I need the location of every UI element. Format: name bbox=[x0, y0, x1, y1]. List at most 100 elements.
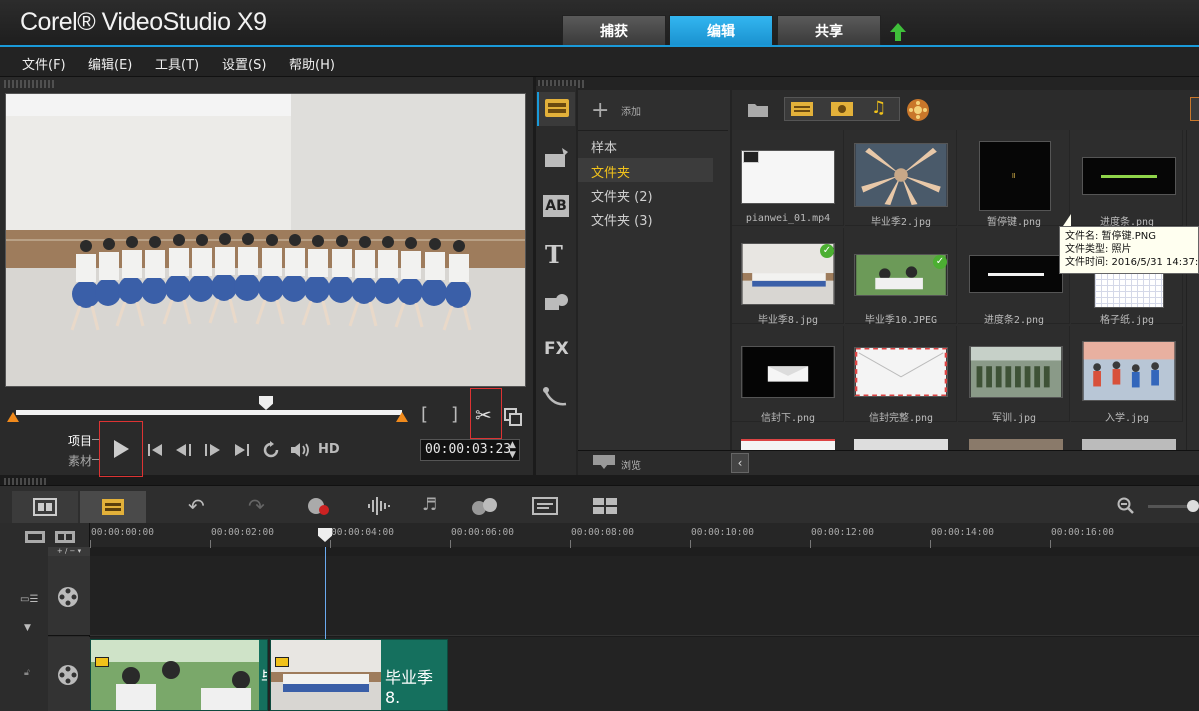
photo-filter-icon[interactable] bbox=[830, 101, 854, 117]
file-info-tooltip: 文件名: 暂停键.PNG 文件类型: 照片 文件时间: 2016/5/31 14… bbox=[1059, 226, 1199, 274]
fx-filter-icon[interactable]: FX bbox=[544, 339, 569, 359]
hd-toggle[interactable]: HD bbox=[318, 442, 340, 457]
repeat-icon[interactable] bbox=[262, 441, 280, 459]
folder-item-sample[interactable]: 样本 bbox=[591, 137, 617, 156]
overlay-track-reel-icon[interactable] bbox=[57, 664, 79, 686]
zoom-out-icon[interactable] bbox=[1117, 497, 1135, 515]
menu-settings[interactable]: 设置(S) bbox=[222, 54, 266, 73]
folder-item-folder-3[interactable]: 文件夹 (3) bbox=[591, 210, 653, 229]
ripple-edit-icon[interactable]: ▭☰ bbox=[20, 594, 38, 605]
title-icon[interactable]: T bbox=[545, 240, 563, 269]
next-frame-icon[interactable] bbox=[202, 442, 222, 458]
clip-title: 毕 bbox=[261, 664, 267, 688]
library-item-partial[interactable] bbox=[854, 439, 948, 450]
add-folder-icon[interactable]: + bbox=[591, 98, 609, 123]
folder-item-folder-2[interactable]: 文件夹 (2) bbox=[591, 186, 653, 205]
tooltip-filetime: 文件时间: 2016/5/31 14:37:3 bbox=[1065, 257, 1199, 268]
library-item[interactable]: 军训.jpg bbox=[958, 326, 1070, 424]
browse-icon[interactable] bbox=[592, 454, 616, 470]
enlarge-icon[interactable] bbox=[503, 407, 523, 427]
ruler-tick bbox=[930, 540, 931, 548]
home-icon[interactable] bbox=[146, 442, 164, 458]
ruler-tick bbox=[210, 540, 211, 548]
track-manager-icon[interactable] bbox=[24, 530, 46, 544]
transition-icon[interactable]: AB bbox=[543, 195, 569, 217]
view-options-button[interactable] bbox=[1190, 97, 1199, 121]
library-item[interactable]: 信封下.png bbox=[732, 326, 844, 424]
auto-music-icon[interactable]: ♬ bbox=[422, 495, 437, 515]
trim-start-marker[interactable] bbox=[7, 412, 19, 422]
library-item[interactable]: ॥ 暂停键.png bbox=[958, 130, 1070, 228]
library-item-label: 毕业季10.JPEG bbox=[864, 315, 938, 326]
library-item[interactable]: 信封完整.png bbox=[845, 326, 957, 424]
audio-filter-icon[interactable]: ♫ bbox=[871, 98, 886, 118]
upload-arrow-icon[interactable] bbox=[889, 22, 907, 42]
trim-end-marker[interactable] bbox=[396, 412, 408, 422]
timeline-clip[interactable]: 毕 bbox=[90, 639, 268, 711]
timecode-field[interactable]: 00:00:03:23 bbox=[420, 439, 520, 461]
video-filter-icon[interactable] bbox=[790, 101, 814, 117]
ripple-dropdown-icon[interactable]: ▼ bbox=[24, 623, 31, 633]
end-icon[interactable] bbox=[233, 442, 251, 458]
library-item[interactable]: 入学.jpg bbox=[1071, 326, 1183, 424]
undo-icon[interactable]: ↶ bbox=[188, 494, 205, 518]
timeline-clip[interactable]: 毕业季8. bbox=[270, 639, 448, 711]
menu-file[interactable]: 文件(F) bbox=[22, 54, 66, 73]
collapse-panel-button[interactable]: ‹ bbox=[731, 453, 749, 473]
library-item[interactable]: 进度条.png bbox=[1071, 130, 1183, 228]
path-motion-icon[interactable] bbox=[542, 386, 570, 410]
menu-edit[interactable]: 编辑(E) bbox=[88, 54, 132, 73]
video-track[interactable] bbox=[90, 556, 1199, 636]
play-button[interactable] bbox=[99, 421, 143, 477]
preview-window bbox=[5, 93, 526, 387]
zoom-slider-handle[interactable] bbox=[1187, 500, 1199, 512]
library-item[interactable]: 进度条2.png bbox=[958, 228, 1070, 326]
panel-grip[interactable] bbox=[4, 80, 54, 88]
track-zoom-control[interactable]: + / − ▾ bbox=[48, 547, 90, 556]
graphics-icon[interactable] bbox=[542, 290, 572, 314]
add-folder-label[interactable]: 添加 bbox=[621, 103, 641, 118]
app-logo: Corel® VideoStudio X9 bbox=[20, 8, 267, 36]
used-check-icon: ✓ bbox=[933, 255, 947, 269]
menu-tools[interactable]: 工具(T) bbox=[155, 54, 199, 73]
media-library-icon[interactable] bbox=[542, 97, 572, 121]
video-badge-icon bbox=[743, 151, 759, 163]
track-lock-icon[interactable]: 🔓︎ bbox=[24, 668, 30, 678]
video-track-reel-icon[interactable] bbox=[57, 586, 79, 608]
tab-edit[interactable]: 编辑 bbox=[669, 15, 773, 46]
redo-icon[interactable]: ↷ bbox=[248, 494, 265, 518]
project-mode-label[interactable]: 项目 bbox=[68, 432, 92, 449]
library-item[interactable]: ✓ 毕业季8.jpg bbox=[732, 228, 844, 326]
volume-icon[interactable] bbox=[289, 441, 311, 459]
scrub-bar[interactable] bbox=[16, 410, 402, 415]
sound-mixer-icon[interactable] bbox=[366, 496, 392, 516]
multi-camera-icon[interactable] bbox=[592, 497, 618, 515]
library-item[interactable]: pianwei_01.mp4 bbox=[732, 130, 844, 226]
tab-share[interactable]: 共享 bbox=[777, 15, 881, 46]
mark-in-button[interactable]: [ bbox=[421, 404, 428, 425]
menu-help[interactable]: 帮助(H) bbox=[289, 54, 335, 73]
subtitle-editor-icon[interactable] bbox=[532, 497, 558, 515]
tab-capture[interactable]: 捕获 bbox=[562, 15, 666, 46]
library-item[interactable]: 毕业季2.jpg bbox=[845, 130, 957, 228]
library-item-partial[interactable] bbox=[969, 439, 1063, 450]
library-item[interactable]: ✓ 毕业季10.JPEG bbox=[845, 228, 957, 326]
mark-out-button[interactable]: ] bbox=[451, 404, 458, 425]
library-item-partial[interactable] bbox=[741, 439, 835, 450]
divider bbox=[578, 130, 728, 131]
library-category-bar bbox=[536, 86, 576, 475]
clip-mode-label[interactable]: 素材 bbox=[68, 452, 92, 469]
motion-tracking-icon[interactable] bbox=[470, 496, 500, 516]
library-item-partial[interactable] bbox=[1082, 439, 1176, 450]
add-track-icon[interactable] bbox=[54, 530, 76, 544]
import-folder-icon[interactable] bbox=[746, 99, 770, 119]
library-item-label: 暂停键.png bbox=[986, 217, 1042, 228]
record-capture-icon[interactable] bbox=[306, 496, 332, 516]
timecode-stepper[interactable]: ▲ ▼ bbox=[509, 440, 516, 460]
browse-label[interactable]: 浏览 bbox=[621, 457, 641, 472]
previous-frame-icon[interactable] bbox=[174, 442, 194, 458]
sort-icon[interactable] bbox=[906, 98, 930, 122]
ruler-tick-label: 00:00:02:00 bbox=[211, 527, 274, 538]
folder-item-folder[interactable]: 文件夹 bbox=[591, 162, 630, 181]
instant-project-icon[interactable] bbox=[542, 146, 572, 170]
